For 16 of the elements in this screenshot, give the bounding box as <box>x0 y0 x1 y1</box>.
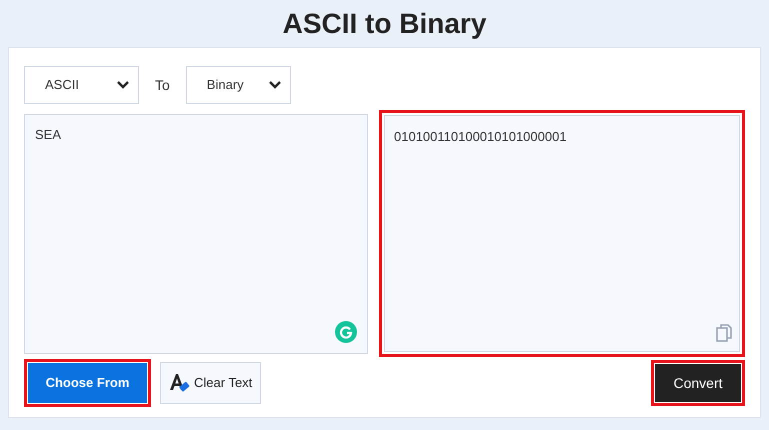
to-label: To <box>155 76 170 94</box>
copy-icon[interactable] <box>716 324 732 342</box>
eraser-icon <box>169 372 191 394</box>
page-title: ASCII to Binary <box>282 6 486 41</box>
chevron-down-icon <box>268 80 282 90</box>
chevron-down-icon <box>116 80 130 90</box>
clear-text-button[interactable]: Clear Text <box>160 362 262 404</box>
choose-from-button[interactable]: Choose From <box>27 362 148 404</box>
convert-button[interactable]: Convert <box>654 363 742 403</box>
output-text-area[interactable]: 010100110100010101000001 <box>379 110 745 357</box>
grammar-check-icon <box>335 321 357 343</box>
target-format-select[interactable]: Binary <box>186 66 291 104</box>
text-value: 010100110100010101000001 <box>394 129 567 144</box>
text-value: SEA <box>35 127 62 142</box>
input-text-area[interactable]: SEA <box>24 114 368 354</box>
source-format-select[interactable]: ASCII <box>24 66 139 104</box>
